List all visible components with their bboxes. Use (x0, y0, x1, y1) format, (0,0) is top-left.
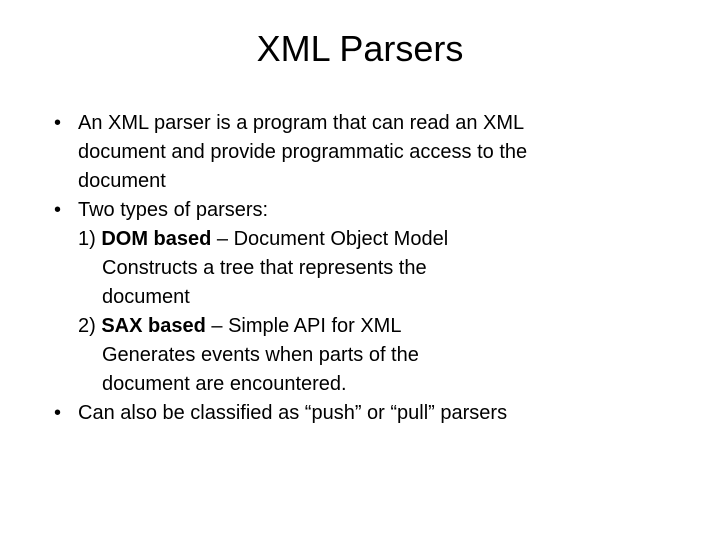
slide-title: XML Parsers (40, 28, 680, 70)
term-description: – Document Object Model (211, 228, 448, 250)
slide-content: An XML parser is a program that can read… (40, 110, 680, 427)
sub-description: document (40, 284, 680, 311)
bullet-text: Two types of parsers: (78, 199, 268, 221)
numbered-item: 2) SAX based – Simple API for XML (40, 313, 680, 340)
sub-description: document are encountered. (40, 371, 680, 398)
term-description: – Simple API for XML (206, 315, 402, 337)
bold-term: DOM based (101, 228, 211, 250)
sub-description: Constructs a tree that represents the (40, 255, 680, 282)
numbered-item: 1) DOM based – Document Object Model (40, 226, 680, 253)
number-prefix: 1) (78, 228, 101, 250)
bullet-item: Two types of parsers: (40, 197, 680, 224)
bullet-item: Can also be classified as “push” or “pul… (40, 400, 680, 427)
bullet-text: Can also be classified as “push” or “pul… (78, 402, 507, 424)
bullet-item: An XML parser is a program that can read… (40, 110, 680, 137)
bullet-continuation: document (40, 168, 680, 195)
sub-description: Generates events when parts of the (40, 342, 680, 369)
bullet-list: An XML parser is a program that can read… (40, 110, 680, 427)
bold-term: SAX based (101, 315, 205, 337)
bullet-continuation: document and provide programmatic access… (40, 139, 680, 166)
bullet-text: An XML parser is a program that can read… (78, 112, 524, 134)
number-prefix: 2) (78, 315, 101, 337)
